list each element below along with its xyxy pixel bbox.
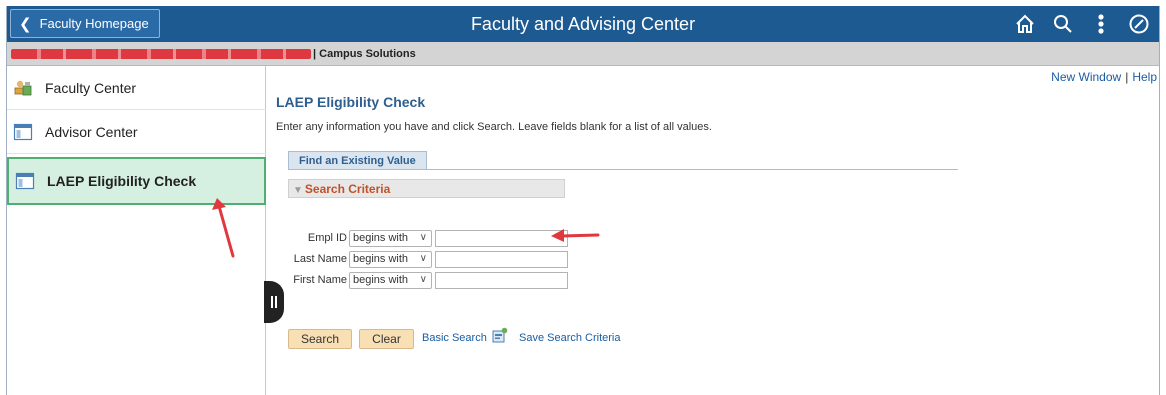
- last-name-input[interactable]: [435, 250, 568, 268]
- empl-id-input[interactable]: [435, 229, 568, 247]
- last-name-operator-select[interactable]: begins with ∨: [349, 250, 432, 268]
- operator-value: begins with: [353, 274, 409, 286]
- more-options-icon[interactable]: [1087, 10, 1115, 38]
- tab-divider: [288, 169, 958, 170]
- first-name-row: First Name begins with ∨: [267, 271, 568, 289]
- first-name-input[interactable]: [435, 271, 568, 289]
- first-name-operator-select[interactable]: begins with ∨: [349, 271, 432, 289]
- search-instructions: Enter any information you have and click…: [276, 121, 712, 133]
- tab-find-existing-value[interactable]: Find an Existing Value: [288, 151, 427, 170]
- sidebar-item-laep-eligibility-check[interactable]: LAEP Eligibility Check: [7, 157, 266, 205]
- chevron-down-icon: ∨: [419, 231, 427, 243]
- navbar-compass-icon[interactable]: [1125, 10, 1153, 38]
- save-search-criteria-link[interactable]: Save Search Criteria: [519, 332, 621, 344]
- collapse-triangle-icon: ▼: [293, 185, 303, 196]
- main-content: New Window | Help LAEP Eligibility Check E…: [267, 66, 1159, 395]
- chevron-left-icon: ❮: [19, 15, 32, 33]
- sidebar-item-label: Faculty Center: [45, 79, 137, 96]
- status-bar: | Campus Solutions: [7, 42, 1159, 66]
- operator-value: begins with: [353, 253, 409, 265]
- basic-search-link[interactable]: Basic Search: [422, 332, 487, 344]
- sidebar-item-advisor-center[interactable]: Advisor Center: [7, 110, 266, 154]
- chevron-down-icon: ∨: [419, 273, 427, 285]
- window-icon: [15, 172, 35, 190]
- app-frame: ❮ Faculty Homepage Faculty and Advising …: [6, 6, 1160, 395]
- banner-title: Faculty and Advising Center: [470, 14, 696, 34]
- field-label: Last Name: [293, 253, 347, 265]
- annotation-arrow-icon: [212, 198, 235, 258]
- faculty-center-icon: [14, 80, 32, 95]
- product-name: | Campus Solutions: [313, 48, 416, 60]
- new-window-link[interactable]: New Window: [1051, 70, 1121, 84]
- sidebar-item-label: Advisor Center: [45, 123, 138, 140]
- banner-icons: [1011, 10, 1153, 38]
- save-search-icon[interactable]: [492, 327, 508, 343]
- faculty-homepage-label: Faculty Homepage: [39, 16, 149, 31]
- redacted-login-info: [11, 49, 311, 59]
- page-title: LAEP Eligibility Check: [276, 94, 426, 110]
- search-criteria-label: Search Criteria: [304, 182, 391, 196]
- help-link[interactable]: Help: [1132, 70, 1157, 84]
- search-criteria-header[interactable]: ▼ Search Criteria: [288, 179, 565, 198]
- left-navigation: Faculty Center Advisor Center LAEP Eligi…: [7, 66, 266, 395]
- chevron-down-icon: ∨: [419, 252, 427, 264]
- search-icon[interactable]: [1049, 10, 1077, 38]
- field-label: First Name: [293, 274, 347, 286]
- last-name-row: Last Name begins with ∨: [267, 250, 568, 268]
- field-label: Empl ID: [307, 232, 347, 244]
- home-icon[interactable]: [1011, 10, 1039, 38]
- sidebar-item-label: LAEP Eligibility Check: [47, 173, 197, 189]
- top-banner: ❮ Faculty Homepage Faculty and Advising …: [7, 6, 1159, 42]
- empl-id-row: Empl ID begins with ∨: [267, 229, 568, 247]
- sidebar-item-faculty-center[interactable]: Faculty Center: [7, 66, 266, 110]
- faculty-homepage-button[interactable]: ❮ Faculty Homepage: [10, 9, 160, 38]
- empl-id-operator-select[interactable]: begins with ∨: [349, 229, 432, 247]
- clear-button[interactable]: Clear: [359, 329, 414, 349]
- window-icon: [13, 123, 33, 140]
- operator-value: begins with: [353, 232, 409, 244]
- search-button[interactable]: Search: [288, 329, 352, 349]
- top-links: New Window | Help: [1051, 70, 1157, 84]
